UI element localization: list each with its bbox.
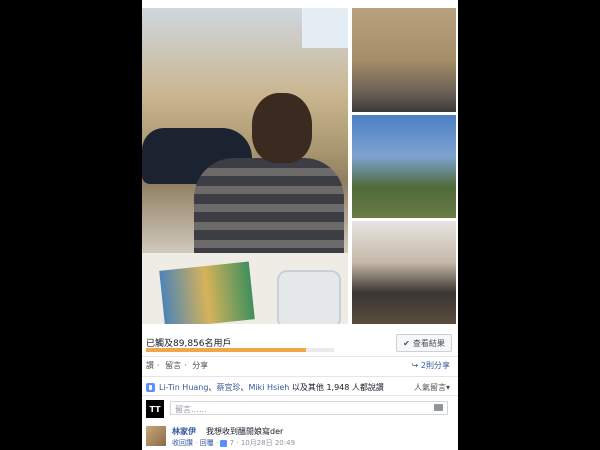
like-action[interactable]: 讚: [146, 361, 154, 370]
share-action[interactable]: 分享: [192, 361, 208, 370]
liker-name[interactable]: 蔡宜珍: [216, 383, 240, 392]
person-head-shape: [252, 93, 312, 163]
comment-avatar[interactable]: [146, 426, 166, 446]
person-body-shape: [194, 158, 344, 268]
poll-progress-bar: [146, 348, 334, 352]
photo-main[interactable]: [142, 8, 348, 324]
post-card: 已觸及89,856名用戶 ✔ 查看結果 讚 · 留言 · 分享 ↪ 2則分享 Li-…: [142, 0, 458, 450]
separator: ·: [195, 439, 198, 447]
photo-thumb-3[interactable]: [352, 221, 456, 324]
likes-rest[interactable]: 以及其他 1,948 人都說讚: [289, 383, 384, 392]
sky-area: [302, 8, 348, 48]
comment-timestamp[interactable]: 10月28日 20:49: [241, 439, 295, 447]
photo-grid: [142, 0, 458, 326]
liker-name[interactable]: Miki Hsieh: [248, 383, 289, 392]
share-icon: ↪: [411, 361, 419, 370]
divider: [142, 376, 458, 377]
reply-link[interactable]: 回覆: [200, 439, 214, 447]
separator: ·: [184, 361, 187, 370]
likes-summary: Li-Tin Huang、蔡宜珍、Miki Hsieh 以及其他 1,948 人…: [146, 382, 452, 393]
comment-input-placeholder: 留言……: [175, 405, 207, 414]
share-count-label: 2則分享: [420, 361, 450, 370]
glass-shape: [277, 270, 341, 324]
postcards-shape: [159, 261, 255, 324]
separator: ·: [236, 439, 239, 447]
photo-thumb-2[interactable]: [352, 115, 456, 218]
thumbs-up-icon: [220, 439, 228, 447]
separator: ·: [157, 361, 160, 370]
camera-icon[interactable]: [434, 404, 443, 411]
comment-meta: 收回讚 · 回覆 · 7 · 10月28日 20:49: [172, 438, 295, 448]
share-count[interactable]: ↪ 2則分享: [412, 360, 450, 371]
comment-text: 我想收到醞閒娘寫der: [206, 427, 284, 436]
divider: [142, 356, 458, 357]
view-results-button[interactable]: ✔ 查看結果: [396, 334, 452, 352]
comment-sort-dropdown[interactable]: 人氣留言▾: [414, 382, 450, 393]
like-icon: [146, 383, 155, 392]
divider: [142, 395, 458, 396]
avatar[interactable]: TT: [146, 400, 164, 418]
view-results-label: 查看結果: [412, 338, 445, 348]
unlike-link[interactable]: 收回讚: [172, 439, 193, 447]
comment-input[interactable]: 留言……: [170, 401, 448, 415]
comment-like-count[interactable]: 7: [230, 439, 234, 447]
photo-thumb-1[interactable]: [352, 8, 456, 112]
separator: ·: [215, 439, 219, 447]
liker-name[interactable]: Li-Tin Huang: [159, 383, 208, 392]
poll-progress-fill: [146, 348, 306, 352]
post-actions: 讚 · 留言 · 分享: [146, 360, 211, 371]
check-icon: ✔: [403, 338, 410, 348]
comment-action[interactable]: 留言: [165, 361, 181, 370]
comment-author[interactable]: 林家伊: [172, 426, 196, 437]
